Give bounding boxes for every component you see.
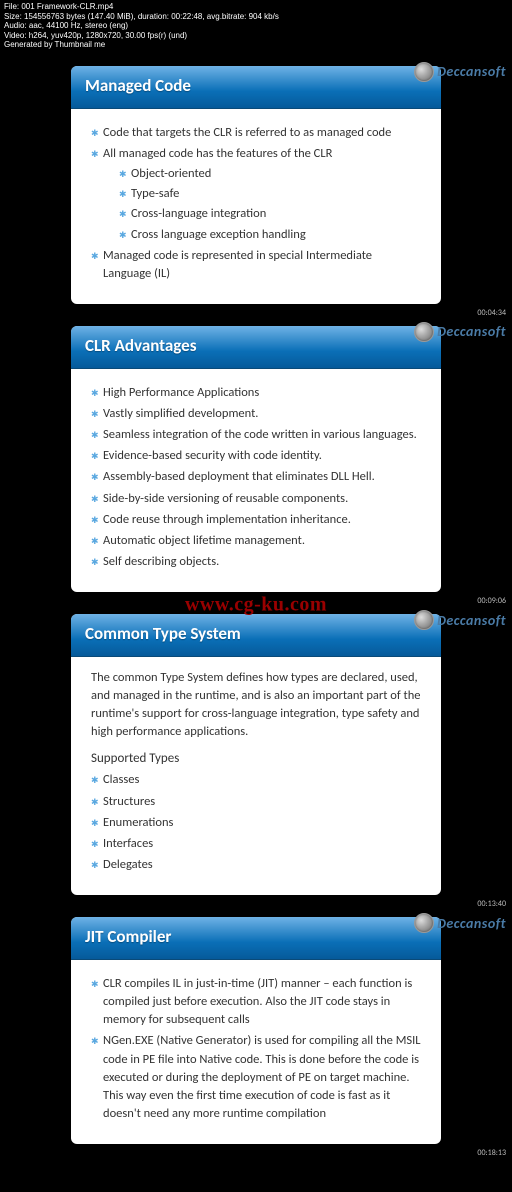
meta-line: Audio: aac, 44100 Hz, stereo (eng) <box>4 21 508 31</box>
sub-bullet-item: Cross-language integration <box>119 205 421 223</box>
bullet-item: Evidence-based security with code identi… <box>91 447 421 465</box>
bullet-item: CLR compiles IL in just-in-time (JIT) ma… <box>91 975 421 1029</box>
logo-icon <box>414 610 434 630</box>
slide-title: CLR Advantages <box>71 326 441 369</box>
slide-body: CLR compiles IL in just-in-time (JIT) ma… <box>71 960 441 1144</box>
bullet-item: Side-by-side versioning of reusable comp… <box>91 490 421 508</box>
bullet-item: All managed code has the features of the… <box>91 145 421 244</box>
bullet-item: Code reuse through implementation inheri… <box>91 511 421 529</box>
slide-title: JIT Compiler <box>71 917 441 960</box>
slide-subheading: Supported Types <box>91 750 421 769</box>
slide-card: Common Type System The common Type Syste… <box>71 614 441 895</box>
watermark: www.cg-ku.com <box>185 594 327 617</box>
bullet-list: Code that targets the CLR is referred to… <box>91 124 421 283</box>
timestamp: 00:04:34 <box>477 308 506 318</box>
brand-logo: Deccansoft <box>414 62 506 82</box>
brand-logo: Deccansoft <box>414 913 506 933</box>
logo-icon <box>414 62 434 82</box>
bullet-item: NGen.EXE (Native Generator) is used for … <box>91 1032 421 1123</box>
slide-card: JIT Compiler CLR compiles IL in just-in-… <box>71 917 441 1144</box>
slide-title: Common Type System <box>71 614 441 657</box>
bullet-item: Delegates <box>91 856 421 874</box>
logo-icon <box>414 913 434 933</box>
sub-bullet-item: Type-safe <box>119 185 421 203</box>
bullet-item: Structures <box>91 793 421 811</box>
timestamp: 00:18:13 <box>477 1148 506 1158</box>
slide-body: Code that targets the CLR is referred to… <box>71 109 441 304</box>
logo-icon <box>414 322 434 342</box>
logo-text: Deccansoft <box>437 63 506 80</box>
brand-logo: Deccansoft <box>414 322 506 342</box>
bullet-item: Enumerations <box>91 814 421 832</box>
brand-logo: Deccansoft <box>414 610 506 630</box>
slide-paragraph: The common Type System defines how types… <box>91 669 421 742</box>
bullet-item: Managed code is represented in special I… <box>91 247 421 283</box>
sub-bullet-item: Cross language exception handling <box>119 226 421 244</box>
bullet-list: CLR compiles IL in just-in-time (JIT) ma… <box>91 975 421 1123</box>
logo-text: Deccansoft <box>437 323 506 340</box>
slide-body: The common Type System defines how types… <box>71 657 441 895</box>
meta-line: Size: 154556763 bytes (147.40 MiB), dura… <box>4 12 508 22</box>
timestamp: 00:13:40 <box>477 899 506 909</box>
bullet-item: High Performance Applications <box>91 384 421 402</box>
slide-card: Managed Code Code that targets the CLR i… <box>71 66 441 304</box>
sub-bullet-item: Object-oriented <box>119 165 421 183</box>
logo-text: Deccansoft <box>437 612 506 629</box>
bullet-item: Code that targets the CLR is referred to… <box>91 124 421 142</box>
bullet-item: Interfaces <box>91 835 421 853</box>
bullet-list: Classes Structures Enumerations Interfac… <box>91 771 421 874</box>
meta-line: File: 001 Framework-CLR.mp4 <box>4 2 508 12</box>
slide-thumbnail: Deccansoft Managed Code Code that target… <box>0 66 512 304</box>
slide-title: Managed Code <box>71 66 441 109</box>
bullet-item: Seamless integration of the code written… <box>91 426 421 444</box>
bullet-item: Automatic object lifetime management. <box>91 532 421 550</box>
bullet-item: Assembly-based deployment that eliminate… <box>91 468 421 486</box>
slide-thumbnail: Deccansoft JIT Compiler CLR compiles IL … <box>0 917 512 1144</box>
bullet-item: Self describing objects. <box>91 553 421 571</box>
logo-text: Deccansoft <box>437 915 506 932</box>
meta-line: Video: h264, yuv420p, 1280x720, 30.00 fp… <box>4 31 508 41</box>
bullet-text: All managed code has the features of the… <box>103 146 332 161</box>
bullet-list: High Performance Applications Vastly sim… <box>91 384 421 571</box>
sub-bullet-list: Object-oriented Type-safe Cross-language… <box>119 165 421 244</box>
slide-thumbnail: Deccansoft CLR Advantages High Performan… <box>0 326 512 592</box>
slide-card: CLR Advantages High Performance Applicat… <box>71 326 441 592</box>
timestamp: 00:09:06 <box>477 596 506 606</box>
meta-line: Generated by Thumbnail me <box>4 40 508 50</box>
slide-thumbnail: Deccansoft Common Type System The common… <box>0 614 512 895</box>
bullet-item: Classes <box>91 771 421 789</box>
bullet-item: Vastly simplified development. <box>91 405 421 423</box>
file-metadata: File: 001 Framework-CLR.mp4 Size: 154556… <box>0 0 512 52</box>
slide-body: High Performance Applications Vastly sim… <box>71 369 441 592</box>
